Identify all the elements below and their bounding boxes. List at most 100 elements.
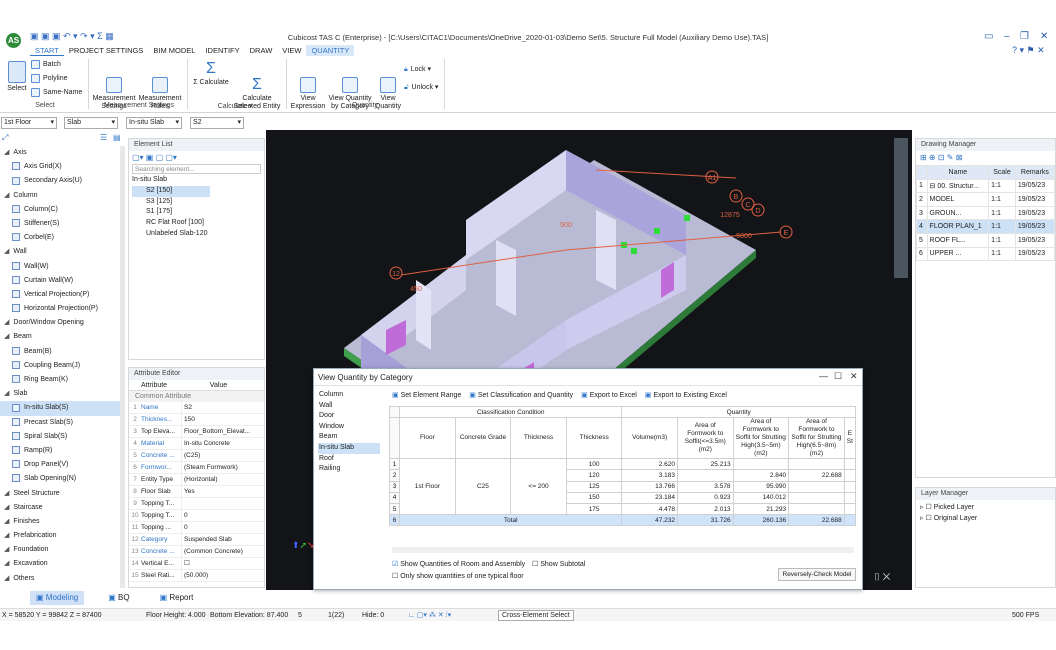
element-item[interactable]: Unlabeled Slab-120 <box>132 229 210 240</box>
tree-item[interactable]: Corbel(E) <box>0 231 125 245</box>
attribute-value[interactable]: 150 <box>181 414 259 425</box>
dialog-tool-button[interactable]: ▣ Set Classification and Quantity <box>469 391 573 399</box>
attribute-value[interactable]: (50.000) <box>181 570 259 581</box>
expand-arrow-icon[interactable]: ◢ <box>4 192 9 199</box>
tree-item[interactable]: Column(C) <box>0 203 125 217</box>
category-item[interactable]: Column <box>318 390 380 401</box>
floor-select[interactable]: 1st Floor <box>1 117 57 129</box>
bottom-tab-modeling[interactable]: ▣ Modeling <box>30 591 85 605</box>
attribute-row[interactable]: 1 Name S2 <box>129 402 264 414</box>
view-expression-button[interactable]: View Expression <box>289 61 327 111</box>
tree-item[interactable]: Ring Beam(K) <box>0 373 125 387</box>
attribute-row[interactable]: 6 Formwor... (Steam Formwork) <box>129 462 264 474</box>
bottom-tab-report[interactable]: ▣ Report <box>154 591 200 605</box>
tab-start[interactable]: START <box>30 45 64 56</box>
tree-item[interactable]: Ramp(R) <box>0 444 125 458</box>
attribute-value[interactable]: 0 <box>181 510 259 521</box>
dialog-tool-button[interactable]: ▣ Export to Excel <box>581 391 637 399</box>
layer-picked[interactable]: ▹ ☐ Picked Layer <box>920 502 1051 513</box>
category-item[interactable]: Door <box>318 411 380 422</box>
option-typical-floor[interactable]: ☐ Only show quantities of one typical fl… <box>392 572 524 580</box>
attribute-value[interactable]: (Steam Formwork) <box>181 462 259 473</box>
option-room-assembly[interactable]: ☑ Show Quantities of Room and Assembly <box>392 560 525 568</box>
drawing-toolbar[interactable]: ⊞ ⊕ ⊡ ✎ ⊠ <box>916 151 1055 165</box>
tree-item[interactable]: Secondary Axis(U) <box>0 174 125 188</box>
calculate-button[interactable]: Σ Σ Calculate <box>190 61 232 87</box>
attribute-row[interactable]: 12 Category Suspended Slab <box>129 534 264 546</box>
type-select[interactable]: Slab <box>64 117 118 129</box>
tree-item[interactable]: In-situ Slab(S) <box>0 401 125 416</box>
cross-element-select[interactable]: Cross-Element Select <box>498 610 574 621</box>
attribute-value[interactable] <box>181 498 259 509</box>
attribute-value[interactable]: S2 <box>181 402 259 413</box>
attribute-value[interactable]: ☐ <box>181 558 259 569</box>
tab-project-settings[interactable]: PROJECT SETTINGS <box>64 45 148 56</box>
tree-item[interactable]: Spiral Slab(S) <box>0 430 125 444</box>
tree-item[interactable]: Beam(B) <box>0 345 125 359</box>
snap-tools[interactable]: ∟ ▢▾ ⁂ ✕ ⁞▾ <box>408 609 451 622</box>
tab-draw[interactable]: DRAW <box>245 45 278 56</box>
tree-item[interactable]: ◢ Finishes <box>0 515 125 529</box>
bottom-tab-bq[interactable]: ▣ BQ <box>102 591 135 605</box>
element-item[interactable]: RC Flat Roof [100] <box>132 218 210 229</box>
expand-arrow-icon[interactable]: ◢ <box>4 546 9 553</box>
element-list-toolbar[interactable]: ▢▾ ▣ ▢ ▢▾ <box>129 151 264 163</box>
lock-button[interactable]: 🔒︎ Lock ▾ <box>404 64 431 75</box>
viewport-close-icon[interactable]: ⌷ ✕ <box>874 572 890 583</box>
help-icon[interactable]: ▭ <box>984 31 993 42</box>
table-row[interactable]: 1 1st Floor C25 <= 200 100 2.620 25.213 <box>388 458 857 516</box>
attribute-value[interactable]: Yes <box>181 486 259 497</box>
attribute-value[interactable]: In-situ Concrete <box>181 438 259 449</box>
list-view-icon[interactable]: ☰ <box>100 133 107 142</box>
tree-item[interactable]: Curtain Wall(W) <box>0 274 125 288</box>
layer-original[interactable]: ▹ ☐ Original Layer <box>920 513 1051 524</box>
attribute-value[interactable]: (Horizontal) <box>181 474 259 485</box>
tree-item[interactable]: Stiffener(S) <box>0 217 125 231</box>
expand-arrow-icon[interactable]: ◢ <box>4 518 9 525</box>
element-item[interactable]: S2 [150] <box>132 185 210 197</box>
attribute-row[interactable]: 5 Concrete ... (C25) <box>129 450 264 462</box>
select-button[interactable]: Select <box>6 61 28 93</box>
dialog-minimize[interactable]: — <box>819 371 828 381</box>
expand-all-icon[interactable]: ⤢ <box>2 133 8 143</box>
category-item[interactable]: Roof <box>318 454 380 465</box>
attribute-value[interactable]: 0 <box>181 522 259 533</box>
tab-identify[interactable]: IDENTIFY <box>200 45 244 56</box>
category-item[interactable]: In-situ Slab <box>318 442 380 454</box>
dialog-close[interactable]: ✕ <box>850 371 858 382</box>
common-attribute-section[interactable]: Common Attribute <box>129 391 264 402</box>
tree-item[interactable]: ◢ Prefabrication <box>0 529 125 543</box>
expand-arrow-icon[interactable]: ◢ <box>4 532 9 539</box>
tree-scrollbar[interactable] <box>120 146 125 588</box>
attribute-row[interactable]: 15 Steel Rati... (50.000) <box>129 570 264 582</box>
batch-option[interactable]: Batch <box>31 59 61 70</box>
drawing-row[interactable]: 1 ⊟ 00. Structur... 1:1 19/05/23 <box>916 178 1056 194</box>
unlock-button[interactable]: 🔓︎ Unlock ▾ <box>404 82 438 93</box>
category-item[interactable]: Wall <box>318 401 380 412</box>
tree-item[interactable]: ◢ Door/Window Opening <box>0 316 125 330</box>
tree-item[interactable]: Axis Grid(X) <box>0 160 125 174</box>
element-search-input[interactable]: Searching element... <box>132 164 261 174</box>
expand-arrow-icon[interactable]: ◢ <box>4 560 9 567</box>
attribute-row[interactable]: 13 Concrete ... (Common Concrete) <box>129 546 264 558</box>
tree-item[interactable]: ◢ Axis <box>0 146 125 160</box>
attribute-value[interactable]: Floor_Bottom_Elevat... <box>181 426 259 437</box>
attribute-row[interactable]: 8 Floor Slab Yes <box>129 486 264 498</box>
dialog-tool-button[interactable]: ▣ Export to Existing Excel <box>645 391 727 399</box>
tree-item[interactable]: Precast Slab(S) <box>0 416 125 430</box>
dialog-tool-button[interactable]: ▣ Set Element Range <box>392 391 461 399</box>
drawing-row[interactable]: 6 UPPER ... 1:1 19/05/23 <box>916 246 1056 262</box>
tab-view[interactable]: VIEW <box>277 45 306 56</box>
tree-item[interactable]: ◢ Steel Structure <box>0 487 125 501</box>
drawing-row[interactable]: 2 MODEL 1:1 19/05/23 <box>916 192 1056 207</box>
category-item[interactable]: Window <box>318 422 380 433</box>
expand-arrow-icon[interactable]: ◢ <box>4 248 9 255</box>
tree-item[interactable]: ◢ Others <box>0 572 125 586</box>
attribute-value[interactable]: (C25) <box>181 450 259 461</box>
tree-item[interactable]: Slab Opening(N) <box>0 472 125 486</box>
expand-arrow-icon[interactable]: ◢ <box>4 319 9 326</box>
element-select[interactable]: S2 <box>190 117 244 129</box>
attribute-row[interactable]: 10 Topping T... 0 <box>129 510 264 522</box>
reversely-check-button[interactable]: Reversely-Check Model <box>778 568 856 581</box>
tab-quantity[interactable]: QUANTITY <box>306 45 355 56</box>
